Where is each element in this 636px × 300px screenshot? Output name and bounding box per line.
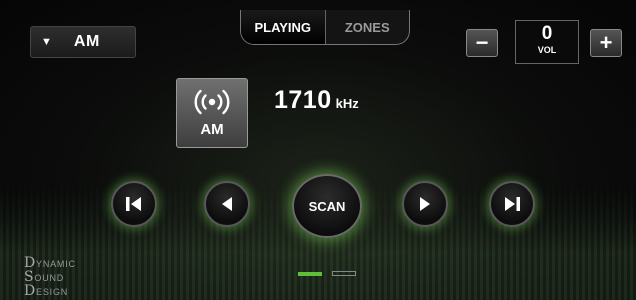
triangle-down-icon: ▼	[41, 36, 52, 48]
skip-previous-icon	[126, 197, 141, 211]
volume-label: VOL	[537, 45, 557, 55]
source-label: AM	[73, 33, 100, 50]
tab-zones[interactable]: ZONES	[326, 10, 410, 44]
band-label: AM	[200, 121, 224, 138]
dynamic-sound-design-logo: DYNAMIC SOUND DESIGN	[24, 255, 76, 299]
skip-previous-button[interactable]	[111, 181, 157, 227]
page-indicator-inactive[interactable]	[332, 271, 356, 276]
scan-button[interactable]: SCAN	[292, 174, 362, 238]
tune-up-button[interactable]	[402, 181, 448, 227]
page-indicator-active[interactable]	[298, 272, 322, 276]
arrow-left-icon	[222, 197, 232, 211]
tab-playing[interactable]: PLAYING	[241, 10, 326, 44]
volume-down-button[interactable]: −	[466, 29, 498, 57]
frequency-unit: kHz	[335, 96, 359, 111]
volume-display: 0 VOL	[515, 20, 579, 64]
tab-bar: PLAYING ZONES	[240, 10, 410, 45]
volume-up-button[interactable]: +	[590, 29, 622, 57]
frequency-value: 1710	[274, 86, 332, 114]
arrow-right-icon	[420, 197, 430, 211]
skip-next-button[interactable]	[489, 181, 535, 227]
am-band-tile[interactable]: AM	[176, 78, 248, 148]
source-selector[interactable]: ▼ AM	[30, 26, 136, 58]
tune-down-button[interactable]	[204, 181, 250, 227]
skip-next-icon	[505, 197, 520, 211]
volume-value: 0	[541, 23, 553, 44]
radio-broadcast-icon	[194, 89, 230, 115]
frequency-display: 1710 kHz	[274, 86, 359, 115]
